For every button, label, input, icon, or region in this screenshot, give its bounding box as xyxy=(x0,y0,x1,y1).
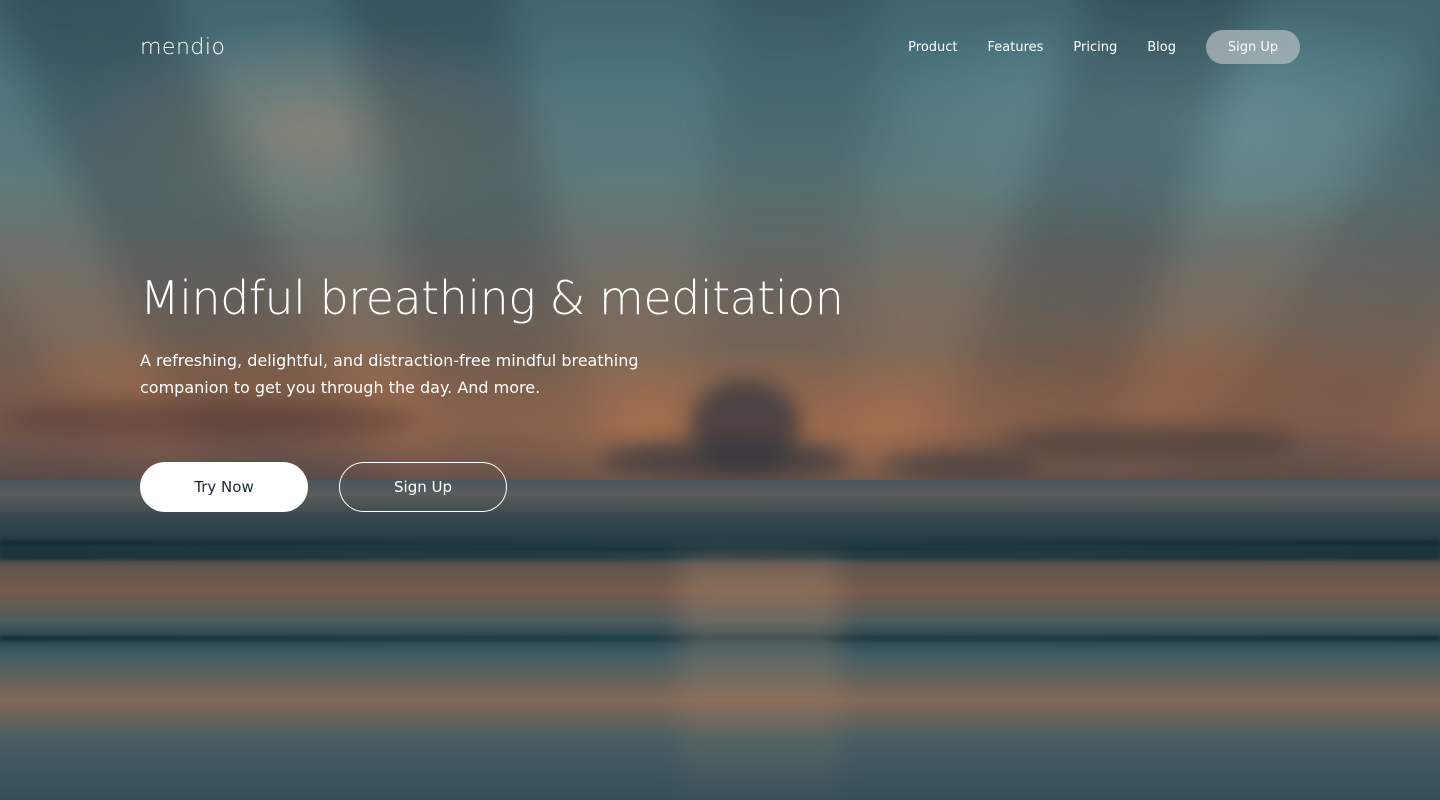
nav-signup-button[interactable]: Sign Up xyxy=(1206,30,1300,64)
hero-subtext: A refreshing, delightful, and distractio… xyxy=(140,351,639,397)
try-now-button[interactable]: Try Now xyxy=(140,462,308,512)
nav-links: Product Features Pricing Blog Sign Up xyxy=(908,30,1300,64)
nav-link-pricing[interactable]: Pricing xyxy=(1073,40,1117,55)
top-navigation: mendio Product Features Pricing Blog Sig… xyxy=(140,30,1300,64)
hero-headline: Mindful breathing & meditation xyxy=(140,271,844,325)
hero-signup-button[interactable]: Sign Up xyxy=(339,462,507,512)
nav-link-product[interactable]: Product xyxy=(908,40,957,55)
nav-link-blog[interactable]: Blog xyxy=(1147,40,1176,55)
nav-link-features[interactable]: Features xyxy=(988,40,1044,55)
logo[interactable]: mendio xyxy=(140,35,225,60)
